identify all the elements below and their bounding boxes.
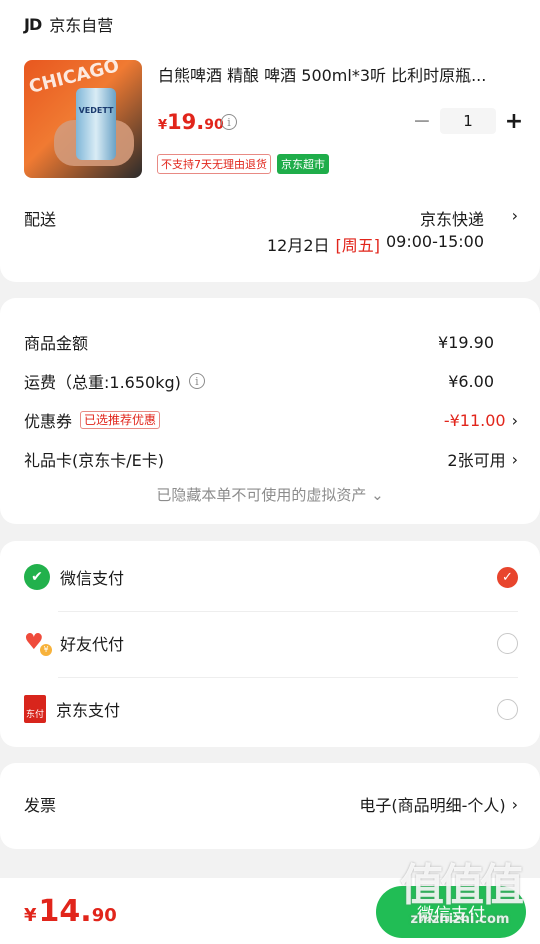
shipping-row: 运费（总重:1.650kg) i ¥6.00	[24, 369, 518, 393]
product-image[interactable]: CHICAGO VEDETT	[24, 60, 142, 178]
radio-unchecked-icon[interactable]	[497, 632, 518, 654]
goods-amount-label: 商品金额	[24, 334, 89, 353]
price-currency: ¥	[158, 118, 168, 133]
delivery-method[interactable]: 京东快递	[420, 206, 484, 230]
invoice-card: 发票 电子(商品明细-个人) ›	[0, 763, 540, 849]
invoice-label: 发票	[24, 796, 57, 815]
product-tags: 不支持7天无理由退货 京东超市	[157, 154, 329, 174]
coupon-value: -¥11.00	[443, 410, 506, 430]
goods-amount-value: ¥19.90	[438, 332, 494, 352]
jd-logo-icon: JD	[24, 14, 42, 34]
wechat-pay-icon: ✔	[24, 564, 50, 590]
watermark-domain: zhizhizhi.com	[410, 912, 510, 927]
giftcard-row[interactable]: 礼品卡(京东卡/E卡) 2张可用 ›	[24, 447, 518, 471]
divider	[58, 611, 518, 612]
total-currency: ¥	[24, 905, 37, 926]
radio-unchecked-icon[interactable]	[497, 698, 518, 720]
goods-amount-row: 商品金额 ¥19.90	[24, 330, 518, 354]
quantity-stepper: − 1 +	[410, 108, 526, 134]
delivery-window: 09:00-15:00	[386, 232, 484, 251]
chevron-right-icon: ›	[511, 410, 518, 430]
giftcard-label: 礼品卡(京东卡/E卡)	[24, 451, 164, 470]
total-integer: 14.	[38, 894, 92, 929]
invoice-value: 电子(商品明细-个人)	[359, 796, 506, 815]
order-summary-card: 商品金额 ¥19.90 运费（总重:1.650kg) i ¥6.00 优惠券 已…	[0, 298, 540, 524]
total-decimal: 90	[91, 905, 117, 926]
payment-method-card: ✔ 微信支付 ✓ ♥ ¥ 好友代付 东付 京东支付	[0, 541, 540, 747]
price-integer: 19.	[167, 110, 205, 134]
payment-option-friend[interactable]: ♥ ¥ 好友代付	[24, 628, 518, 658]
product-image-can-label: VEDETT	[78, 106, 114, 115]
shop-name: 京东自营	[49, 16, 114, 35]
delivery-date: 12月2日	[266, 236, 330, 255]
price-info-icon[interactable]: i	[221, 114, 237, 130]
chevron-right-icon: ›	[511, 449, 518, 469]
quantity-input[interactable]: 1	[440, 108, 496, 134]
coupon-label: 优惠券	[24, 412, 73, 431]
payment-option-wechat[interactable]: ✔ 微信支付 ✓	[24, 562, 518, 592]
giftcard-value: 2张可用	[447, 451, 506, 470]
decrease-quantity-button[interactable]: −	[410, 109, 434, 134]
delivery-weekday: [周五]	[335, 236, 381, 255]
chevron-right-icon[interactable]: ›	[512, 206, 518, 225]
watermark-logo: 值值值	[400, 860, 524, 911]
increase-quantity-button[interactable]: +	[502, 109, 526, 134]
payment-option-label: 京东支付	[56, 701, 121, 720]
total-price: ¥ 14. 90	[24, 894, 117, 929]
delivery-time[interactable]: 12月2日 [周五] 09:00-15:00	[267, 232, 484, 256]
chevron-right-icon: ›	[511, 794, 518, 814]
shipping-info-icon[interactable]: i	[188, 373, 205, 389]
coupon-row[interactable]: 优惠券 已选推荐优惠 -¥11.00 ›	[24, 408, 518, 432]
radio-checked-icon[interactable]: ✓	[497, 566, 518, 588]
payment-option-label: 微信支付	[60, 569, 125, 588]
jd-supermarket-tag: 京东超市	[277, 154, 329, 174]
no-return-tag: 不支持7天无理由退货	[157, 154, 271, 174]
product-title[interactable]: 白熊啤酒 精酿 啤酒 500ml*3听 比利时原瓶...	[158, 62, 508, 86]
divider	[58, 677, 518, 678]
shop-header[interactable]: JD 京东自营	[24, 12, 113, 36]
shipping-value: ¥6.00	[448, 371, 494, 391]
product-price: ¥ 19. 90	[158, 110, 224, 134]
payment-option-label: 好友代付	[60, 635, 125, 654]
product-card: JD 京东自营 CHICAGO VEDETT 白熊啤酒 精酿 啤酒 500ml*…	[0, 0, 540, 282]
hidden-assets-toggle[interactable]: 已隐藏本单不可使用的虚拟资产 ⌄	[0, 484, 540, 505]
payment-option-jd[interactable]: 东付 京东支付	[24, 694, 518, 724]
site-watermark: 值值值 zhizhizhi.com	[390, 860, 530, 940]
friend-pay-icon: ♥ ¥	[24, 630, 52, 656]
coupon-selected-tag: 已选推荐优惠	[80, 411, 161, 429]
product-image-can: VEDETT	[76, 88, 116, 160]
jd-pay-icon: 东付	[24, 695, 46, 723]
delivery-label: 配送	[24, 210, 57, 229]
invoice-row[interactable]: 发票 电子(商品明细-个人) ›	[24, 792, 518, 816]
shipping-label: 运费（总重:1.650kg)	[24, 373, 181, 392]
